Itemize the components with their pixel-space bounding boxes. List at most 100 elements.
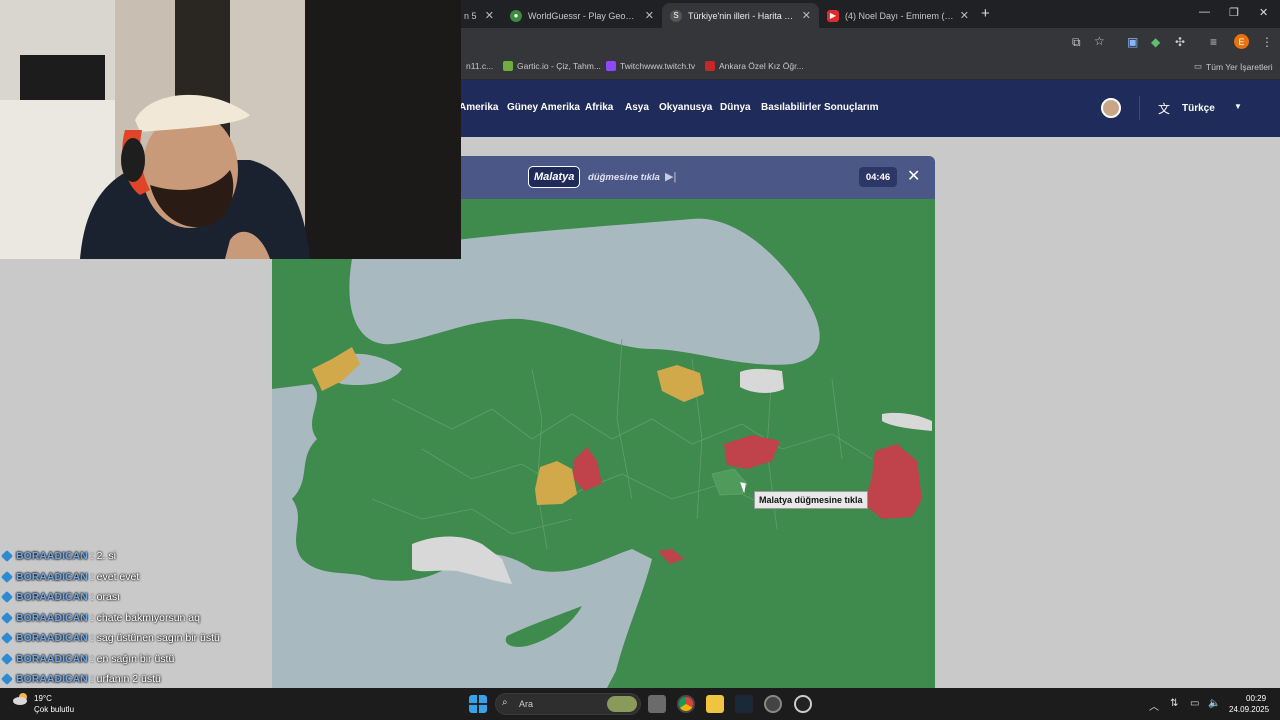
folder-icon: ▭: [1194, 61, 1203, 71]
file-explorer-icon[interactable]: [706, 695, 724, 713]
close-tab-icon[interactable]: ✕: [960, 9, 969, 22]
close-window-icon[interactable]: ✕: [1259, 6, 1268, 19]
translate-icon[interactable]: ▣: [1127, 35, 1138, 49]
bookmark-item[interactable]: Gartic.io - Çiz, Tahm...: [503, 61, 601, 71]
nav-item-asya[interactable]: Asya: [625, 102, 649, 113]
nav-item-okyanusya[interactable]: Okyanusya: [659, 102, 712, 113]
cloudy-weather-icon[interactable]: [13, 692, 29, 706]
app-icon[interactable]: [764, 695, 782, 713]
nav-item-afrika[interactable]: Afrika: [585, 102, 613, 113]
bookmark-star-icon[interactable]: ☆: [1094, 34, 1105, 48]
chat-text: evet evet: [96, 570, 140, 583]
province-wrong[interactable]: [573, 447, 602, 491]
clock-date[interactable]: 24.09.2025: [1229, 705, 1269, 714]
chat-text: 2. si: [96, 550, 116, 563]
bookmark-label: Twitchwww.twitch.tv: [620, 61, 696, 71]
media-controls-icon[interactable]: ≡: [1210, 35, 1217, 49]
weather-temperature[interactable]: 19°C: [34, 694, 52, 703]
chat-text: urfanın 2 üstü: [96, 673, 161, 686]
all-bookmarks-item[interactable]: ▭ Tüm Yer İşaretleri: [1194, 61, 1273, 72]
profile-avatar[interactable]: E: [1234, 34, 1249, 49]
restore-icon[interactable]: ❐: [1229, 6, 1239, 19]
stream-chat: BORAADICAN : 2. si BORAADICAN : evet eve…: [0, 546, 220, 690]
mediterranean-land-south: [607, 554, 935, 688]
search-highlight-icon[interactable]: [607, 696, 637, 712]
province-wrong[interactable]: [864, 444, 922, 519]
chat-username: BORAADICAN: [16, 591, 88, 604]
close-tab-icon[interactable]: ✕: [485, 9, 494, 22]
chrome-icon[interactable]: [677, 695, 695, 713]
chat-username: BORAADICAN: [16, 673, 88, 686]
volume-icon[interactable]: 🔈: [1208, 698, 1220, 709]
bookmark-label: Tüm Yer İşaretleri: [1206, 61, 1273, 72]
lake-van: [882, 412, 932, 431]
tab-title: Türkiye'nin illeri - Harita Test O...: [688, 10, 796, 21]
new-tab-icon[interactable]: +: [981, 5, 990, 22]
map-svg[interactable]: [272, 199, 935, 688]
search-placeholder: Ara: [519, 699, 534, 709]
chat-separator: :: [90, 673, 94, 686]
chevron-up-icon[interactable]: ︿: [1149, 698, 1159, 713]
nav-item-dunya[interactable]: Dünya: [720, 102, 751, 113]
chat-separator: :: [90, 570, 94, 583]
chat-text: en sağın bir üstü: [96, 652, 175, 665]
chat-username: BORAADICAN: [16, 632, 88, 645]
chat-separator: :: [90, 611, 94, 624]
chat-username: BORAADICAN: [16, 652, 88, 665]
province-wrong[interactable]: [658, 549, 684, 564]
close-tab-icon[interactable]: ✕: [802, 9, 811, 22]
turkey-province-map[interactable]: [272, 199, 935, 688]
skip-icon[interactable]: ▶|: [665, 170, 676, 183]
chat-text: chate bakmıyorsun aq: [96, 611, 200, 624]
language-selector[interactable]: Türkçe: [1182, 103, 1215, 114]
bookmark-item[interactable]: Ankara Özel Kız Öğr...: [705, 61, 804, 71]
task-view-icon[interactable]: [648, 695, 666, 713]
install-app-icon[interactable]: ⧉: [1072, 35, 1081, 50]
browser-tab[interactable]: ▶ (4) Noel Dayı - Eminem (Yetişkin... ✕: [819, 3, 977, 28]
chat-text: orası: [96, 591, 121, 604]
minimize-icon[interactable]: —: [1199, 6, 1210, 18]
clock-time[interactable]: 00:29: [1246, 694, 1266, 703]
nav-item-amerika[interactable]: Amerika: [459, 102, 498, 113]
menu-dots-icon[interactable]: ⋮: [1261, 35, 1273, 49]
steam-icon[interactable]: [735, 695, 753, 713]
settings-gear-icon[interactable]: [794, 695, 812, 713]
weather-description[interactable]: Çok bulutlu: [34, 705, 74, 714]
tab-title: n 5: [464, 10, 477, 21]
chat-text: sag üstünen sagın bir üstü: [96, 632, 220, 645]
chat-separator: :: [90, 632, 94, 645]
chat-badge-icon: [0, 570, 14, 583]
chat-message: BORAADICAN : orası: [0, 587, 220, 608]
gartic-icon: [503, 61, 513, 71]
nav-item-basilabilirler[interactable]: Basılabilirler: [761, 102, 821, 113]
chat-username: BORAADICAN: [16, 611, 88, 624]
extension-shield-icon[interactable]: ◆: [1151, 35, 1160, 49]
close-icon[interactable]: ✕: [907, 166, 920, 186]
chat-message: BORAADICAN : en sağın bir üstü: [0, 649, 220, 670]
province-partial[interactable]: [657, 365, 704, 402]
nav-item-sonuclarim[interactable]: Sonuçlarım: [824, 102, 878, 113]
chat-badge-icon: [0, 550, 14, 563]
province-wrong[interactable]: [724, 435, 780, 469]
bookmark-item[interactable]: n11.c...: [466, 61, 493, 71]
extensions-icon[interactable]: ✣: [1175, 35, 1185, 49]
browser-tab-active[interactable]: S Türkiye'nin illeri - Harita Test O... …: [662, 3, 819, 28]
display-icon[interactable]: ▭: [1190, 698, 1199, 709]
province-unanswered[interactable]: [740, 368, 784, 393]
chat-username: BORAADICAN: [16, 550, 88, 563]
target-province: Malatya: [528, 166, 581, 188]
chat-badge-icon: [0, 673, 14, 686]
youtube-icon: ▶: [827, 9, 839, 22]
close-tab-icon[interactable]: ✕: [645, 9, 654, 22]
user-avatar[interactable]: [1101, 98, 1121, 118]
province-partial[interactable]: [535, 461, 577, 505]
chat-separator: :: [90, 652, 94, 665]
network-activity-icon[interactable]: ⇅: [1170, 698, 1178, 709]
globe-icon: ●: [510, 9, 522, 22]
chevron-down-icon[interactable]: ▼: [1234, 102, 1242, 111]
browser-tab[interactable]: n 5 ✕: [456, 3, 502, 28]
twitch-icon: [606, 61, 616, 71]
nav-item-guney-amerika[interactable]: Güney Amerika: [507, 102, 580, 113]
browser-tab[interactable]: ● WorldGuessr - Play Geoguessr f... ✕: [502, 3, 662, 28]
bookmark-item[interactable]: Twitchwww.twitch.tv: [606, 61, 695, 71]
